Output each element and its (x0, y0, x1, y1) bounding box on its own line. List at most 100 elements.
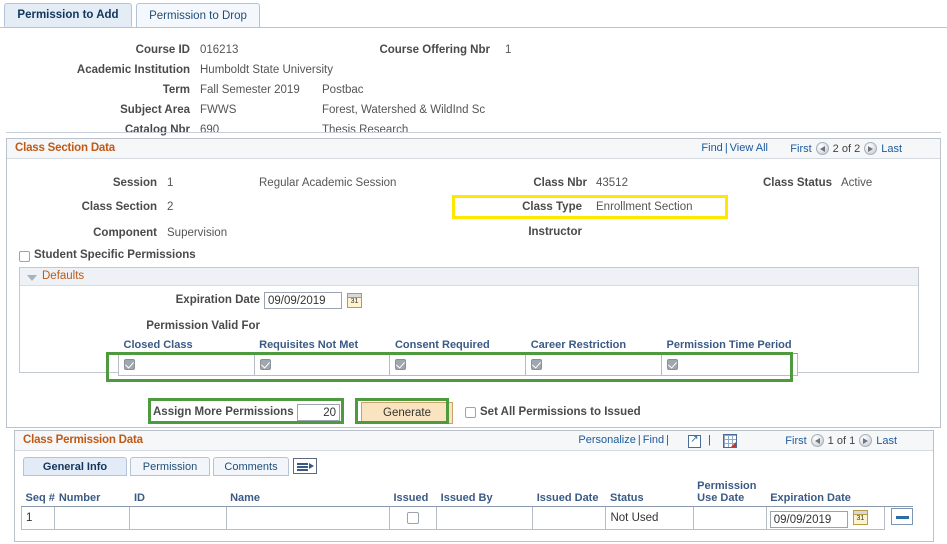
issued-checkbox[interactable] (407, 511, 420, 524)
catalog-nbr-value: 690 (200, 124, 220, 136)
class-nbr-label: Class Nbr (533, 177, 587, 189)
term-label: Term (162, 84, 190, 96)
student-specific-permissions-checkbox[interactable] (19, 251, 30, 262)
class-section-view-all-link[interactable]: View All (730, 142, 768, 154)
class-section-first-link[interactable]: First (790, 143, 811, 155)
assign-more-permissions-input[interactable] (297, 404, 340, 421)
class-permission-last-link[interactable]: Last (876, 435, 897, 447)
tab-permission-label: Permission (142, 460, 198, 473)
chevron-down-icon[interactable] (27, 275, 37, 281)
course-offering-nbr-value: 1 (505, 44, 512, 56)
class-section-row-counter: 2 of 2 (832, 142, 861, 155)
calendar-icon[interactable] (347, 293, 362, 308)
term-description: Postbac (322, 84, 364, 96)
class-section-last-link[interactable]: Last (881, 143, 902, 155)
subject-area-value: FWWS (200, 104, 237, 116)
permission-valid-for-header-row: Closed Class Requisites Not Met Consent … (118, 338, 798, 354)
page-tabstrip: Permission to Add Permission to Drop (0, 0, 947, 28)
generate-button[interactable]: Generate (361, 402, 453, 424)
next-permission-row-icon[interactable] (859, 434, 873, 447)
class-section-find-link[interactable]: Find (701, 142, 722, 154)
consent-required-checkbox[interactable] (395, 359, 407, 371)
class-section-label: Class Section (81, 201, 157, 213)
class-permission-nav-links: Personalize | Find | (578, 434, 669, 446)
class-permission-first-link[interactable]: First (785, 435, 806, 447)
download-spreadsheet-icon[interactable] (723, 434, 737, 448)
permission-valid-for-table: Closed Class Requisites Not Met Consent … (118, 338, 798, 376)
class-type-label: Class Type (522, 201, 582, 213)
term-value: Fall Semester 2019 (200, 84, 300, 96)
tab-permission-to-drop[interactable]: Permission to Drop (136, 3, 260, 27)
personalize-link[interactable]: Personalize (578, 434, 635, 446)
column-actions (884, 479, 913, 507)
row-calendar-icon[interactable] (852, 509, 868, 525)
cell-closed-class (118, 353, 255, 376)
closed-class-checkbox[interactable] (124, 359, 135, 371)
cell-seq: 1 (20, 506, 56, 530)
cell-career-restriction (525, 353, 662, 376)
defaults-title: Defaults (42, 270, 85, 282)
column-requisites-not-met: Requisites Not Met (254, 338, 390, 354)
subject-area-label: Subject Area (120, 104, 190, 116)
nav-separator: | (708, 434, 711, 446)
class-permission-data-title: Class Permission Data (23, 434, 143, 446)
tab-permission[interactable]: Permission (130, 457, 210, 476)
generate-button-label: Generate (383, 407, 431, 419)
column-name: Name (226, 479, 390, 507)
class-section-data-group: Class Section Data Find | View All First 2… (6, 138, 941, 428)
class-permission-find-link[interactable]: Find (643, 434, 664, 446)
class-section-value: 2 (167, 201, 174, 213)
cell-consent-required (389, 353, 527, 376)
column-issued: Issued (389, 479, 437, 507)
class-type-value: Enrollment Section (596, 201, 693, 213)
expand-icon[interactable] (688, 434, 701, 448)
course-id-value: 016213 (200, 44, 239, 56)
tab-comments-label: Comments (224, 460, 278, 473)
course-offering-nbr-label: Course Offering Nbr (379, 44, 490, 56)
class-status-value: Active (841, 177, 873, 189)
tab-comments[interactable]: Comments (213, 457, 289, 476)
defaults-header (20, 268, 918, 286)
class-permission-row-counter: 1 of 1 (827, 434, 856, 447)
row-expiration-date-input[interactable] (769, 511, 848, 529)
previous-row-icon[interactable] (815, 142, 829, 155)
session-value: 1 (167, 177, 174, 189)
class-permission-table: Seq # Number ID Name Issued Issued By Is… (20, 479, 913, 530)
set-all-permissions-to-issued-checkbox[interactable] (465, 407, 476, 418)
academic-institution-label: Academic Institution (76, 64, 190, 76)
class-section-nav-links: Find | View All (701, 142, 768, 154)
catalog-nbr-description: Thesis Research (322, 124, 409, 136)
column-career-restriction: Career Restriction (525, 338, 662, 354)
cell-permission-time-period (661, 353, 798, 376)
column-permission-use-date: Permission Use Date (693, 479, 767, 507)
previous-permission-row-icon[interactable] (810, 434, 824, 447)
academic-institution-value: Humboldt State University (200, 64, 333, 76)
instructor-label: Instructor (528, 226, 582, 238)
cell-id[interactable] (129, 506, 227, 530)
tab-permission-to-add[interactable]: Permission to Add (4, 3, 132, 27)
component-label: Component (93, 227, 157, 239)
next-row-icon[interactable] (864, 142, 878, 155)
component-value: Supervision (167, 227, 228, 239)
tab-general-info[interactable]: General Info (23, 457, 127, 476)
class-section-pager: First 2 of 2 Last (790, 142, 902, 155)
cell-permission-use-date (692, 506, 767, 530)
column-number: Number (54, 479, 130, 507)
class-section-data-title: Class Section Data (15, 142, 115, 154)
cell-status: Not Used (605, 506, 694, 530)
permission-time-period-checkbox[interactable] (667, 359, 678, 371)
catalog-nbr-label: Catalog Nbr (124, 124, 190, 136)
column-consent-required: Consent Required (389, 338, 526, 354)
class-permission-header-row: Seq # Number ID Name Issued Issued By Is… (21, 479, 913, 507)
show-all-columns-icon[interactable] (293, 458, 317, 474)
column-issued-by: Issued By (436, 479, 533, 507)
requisites-not-met-checkbox[interactable] (259, 359, 271, 371)
delete-row-icon[interactable] (890, 508, 913, 526)
cell-number[interactable] (54, 506, 131, 530)
class-nbr-value: 43512 (596, 177, 628, 189)
career-restriction-checkbox[interactable] (531, 359, 543, 371)
column-closed-class: Closed Class (118, 338, 255, 354)
class-status-label: Class Status (762, 177, 832, 189)
expiration-date-input[interactable] (264, 292, 342, 309)
tab-general-info-label: General Info (42, 460, 108, 473)
